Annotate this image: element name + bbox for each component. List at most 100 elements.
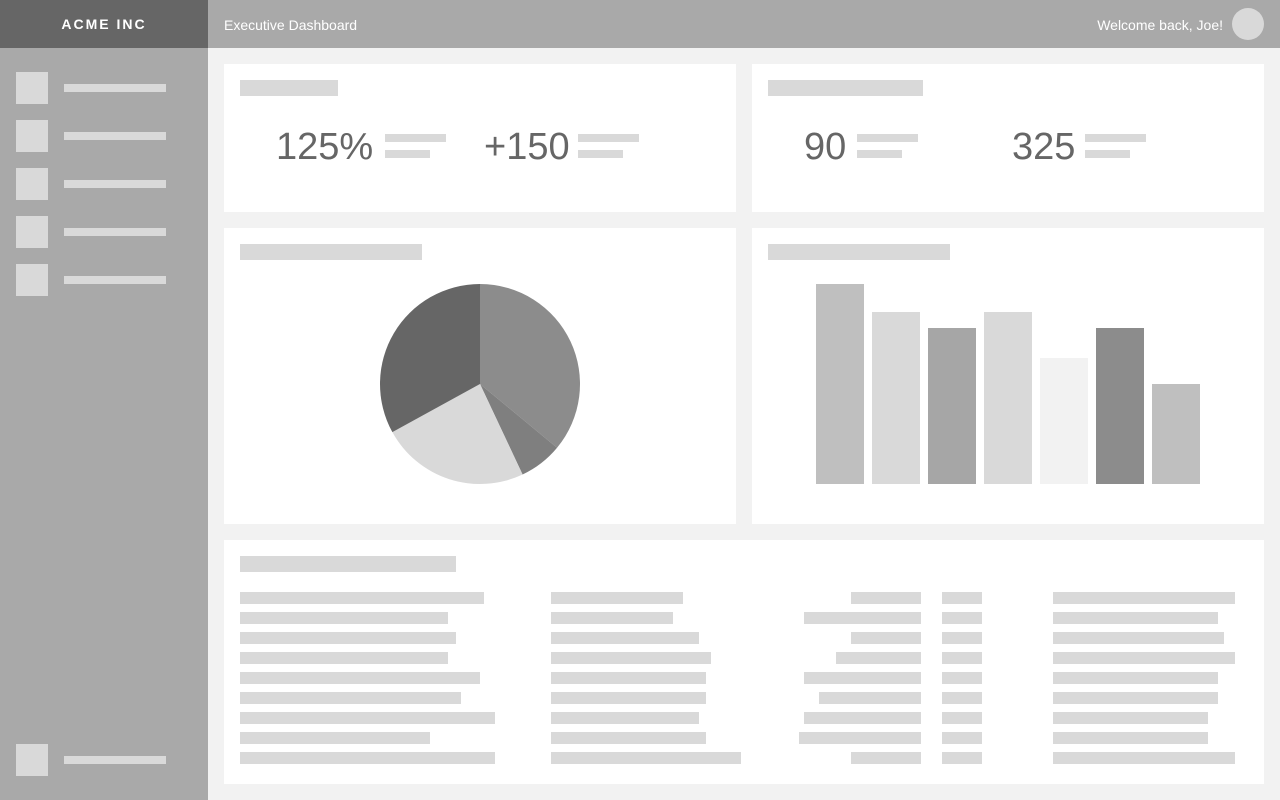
table-cell-col-5 [1053,652,1235,664]
table-cell-col-1 [240,592,484,604]
table-cell-col-3 [851,632,921,644]
card-title-placeholder [240,556,456,572]
top-bar: Executive Dashboard Welcome back, Joe! [208,0,1280,48]
table-cell-col-3 [851,752,921,764]
kpi-value: +150 [484,126,570,168]
nav-icon [16,168,48,200]
page-title: Executive Dashboard [224,17,358,33]
sidebar-item-4[interactable] [16,216,192,248]
table-cell-col-5 [1053,712,1208,724]
table-cell-col-2 [551,652,711,664]
table-cell-col-2 [551,672,706,684]
bar-3 [928,328,976,484]
avatar[interactable] [1232,8,1264,40]
table-cell-col-2 [551,612,673,624]
table-cell-col-1 [240,712,495,724]
sidebar-item-label [64,180,166,188]
nav-icon [16,216,48,248]
sidebar-item-2[interactable] [16,120,192,152]
table-row [240,732,1250,744]
kpi-label-placeholder [385,134,446,142]
table-card [224,540,1264,784]
table-row [240,672,1250,684]
welcome-message: Welcome back, Joe! [1097,17,1223,33]
table-cell-col-5 [1053,752,1235,764]
table-cell-col-2 [551,752,741,764]
brand-logo: ACME INC [0,0,208,48]
bar-5 [1040,358,1088,484]
nav-icon [16,744,48,776]
kpi-value: 125% [276,126,374,168]
table-cell-col-2 [551,632,699,644]
table-cell-col-4 [942,752,982,764]
table-cell-col-2 [551,592,683,604]
bar-6 [1096,328,1144,484]
table-cell-col-1 [240,752,495,764]
sidebar-item-label [64,228,166,236]
kpi-label-placeholder [857,134,918,142]
table-row [240,692,1250,704]
table-cell-col-5 [1053,632,1224,644]
table-cell-col-5 [1053,692,1218,704]
table-row [240,652,1250,664]
table-cell-col-4 [942,592,982,604]
table-cell-col-5 [1053,612,1218,624]
table-cell-col-1 [240,632,456,644]
kpi-label-placeholder [578,134,639,142]
table-cell-col-4 [942,712,982,724]
nav-icon [16,264,48,296]
table-row [240,752,1250,764]
table-row [240,712,1250,724]
table-cell-col-3 [799,732,921,744]
card-title-placeholder [768,80,923,96]
bar-chart [816,284,1200,484]
sidebar-item-label [64,84,166,92]
kpi-label-placeholder [857,150,902,158]
table-cell-col-1 [240,612,448,624]
table-row [240,632,1250,644]
table-cell-col-3 [819,692,921,704]
kpi-card-2: 90 325 [752,64,1264,212]
table-cell-col-1 [240,652,448,664]
table-row [240,592,1250,604]
sidebar-item-3[interactable] [16,168,192,200]
bar-1 [816,284,864,484]
table-cell-col-4 [942,692,982,704]
sidebar-item-1[interactable] [16,72,192,104]
table-cell-col-2 [551,712,699,724]
kpi-label-placeholder [1085,134,1146,142]
bar-2 [872,312,920,484]
table-cell-col-5 [1053,592,1235,604]
nav-icon [16,72,48,104]
pie-chart-card [224,228,736,524]
sidebar-item-label [64,756,166,764]
card-title-placeholder [240,80,338,96]
sidebar: ACME INC [0,0,208,800]
kpi-label-placeholder [1085,150,1130,158]
table-cell-col-5 [1053,732,1208,744]
table-cell-col-4 [942,672,982,684]
table-cell-col-1 [240,692,461,704]
table-cell-col-1 [240,672,480,684]
sidebar-item-label [64,132,166,140]
table-cell-col-4 [942,652,982,664]
table-cell-col-4 [942,632,982,644]
table-cell-col-3 [804,712,921,724]
kpi-label-placeholder [578,150,623,158]
sidebar-item-label [64,276,166,284]
table-row [240,612,1250,624]
table-cell-col-3 [836,652,921,664]
table-cell-col-2 [551,692,706,704]
nav-icon [16,120,48,152]
table-cell-col-2 [551,732,706,744]
table-cell-col-4 [942,732,982,744]
sidebar-item-5[interactable] [16,264,192,296]
table-cell-col-4 [942,612,982,624]
kpi-value: 325 [1012,126,1076,168]
sidebar-footer-item[interactable] [16,744,192,776]
kpi-value: 90 [804,126,847,168]
table-cell-col-5 [1053,672,1218,684]
pie-chart [380,284,580,484]
kpi-card-1: 125% +150 [224,64,736,212]
bar-chart-card [752,228,1264,524]
